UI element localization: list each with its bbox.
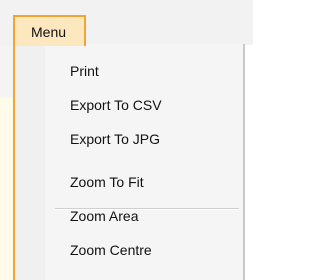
menu-item-label: Zoom Centre [70,242,152,258]
window-left-edge-panel [0,98,14,280]
menu-item-label: Zoom To Fit [70,174,144,190]
menu-item-zoom-area[interactable]: Zoom Area [15,203,243,229]
menu-item-export-csv[interactable]: Export To CSV [15,92,243,118]
menu-dropdown: Print Export To CSV Export To JPG Zoom T… [13,44,245,280]
menu-item-label: Export To CSV [70,97,162,113]
menu-item-label: Export To JPG [70,131,161,147]
menu-item-print[interactable]: Print [15,58,243,84]
menu-item-zoom-to-fit[interactable]: Zoom To Fit [15,169,243,195]
menu-header[interactable]: Menu [13,15,86,46]
menu-item-label: Print [70,63,99,79]
menu-item-export-jpg[interactable]: Export To JPG [15,126,243,152]
menu-item-zoom-centre[interactable]: Zoom Centre [15,237,243,263]
menu-item-label: Zoom Area [70,208,139,224]
app-window: Menu Print Export To CSV Export To JPG Z… [0,0,253,280]
menu-header-label: Menu [31,24,67,40]
